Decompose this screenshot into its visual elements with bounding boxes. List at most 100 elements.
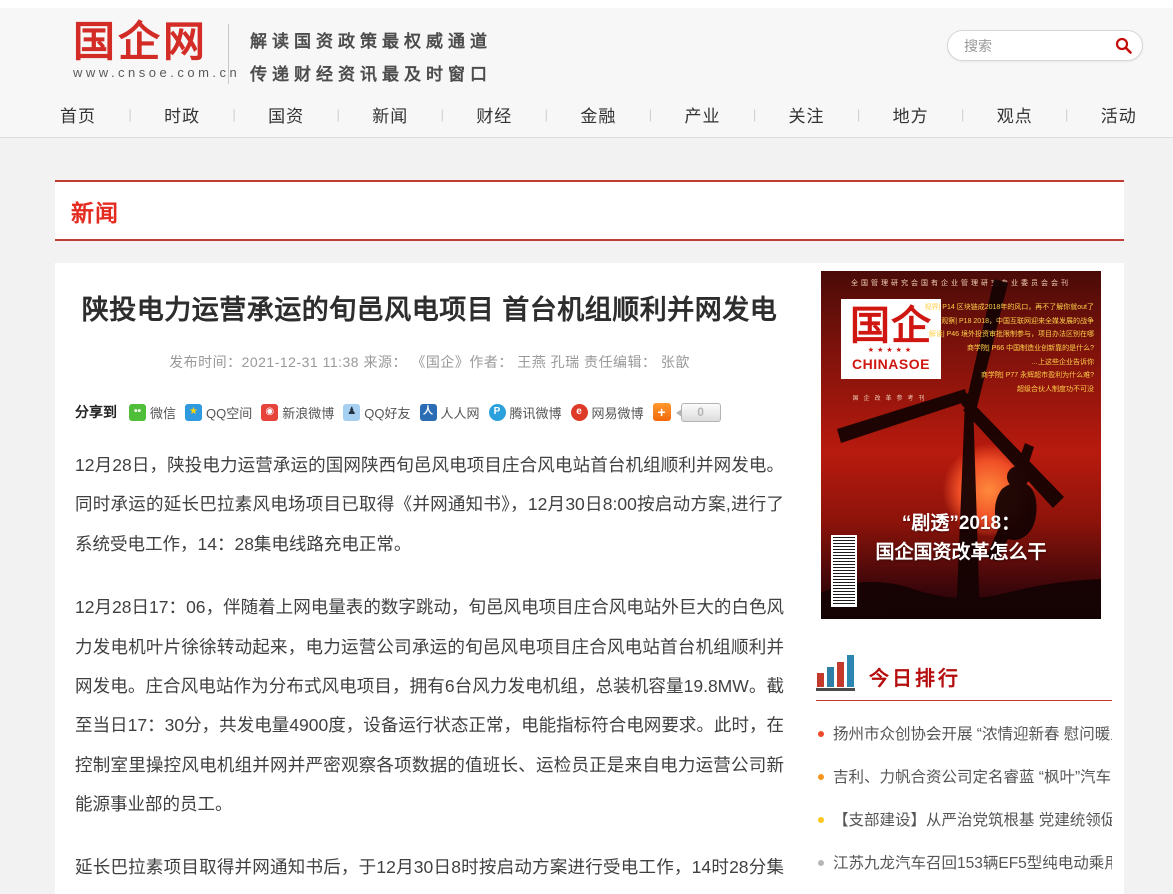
bar-chart-icon bbox=[816, 655, 855, 691]
share-item[interactable]: ♟ QQ好友 bbox=[343, 403, 410, 422]
nav-separator: | bbox=[961, 107, 964, 122]
section-header: 新闻 bbox=[55, 180, 1124, 241]
share-item[interactable]: 人 人人网 bbox=[420, 403, 480, 422]
magazine-headline: 超级合伙人制度功不可没 bbox=[925, 383, 1094, 397]
magazine-cover[interactable]: 全国管理研究会国有企业管理研究专业委员会会刊 bbox=[821, 271, 1101, 619]
nav-item[interactable]: 时政 bbox=[164, 102, 200, 127]
nav-item[interactable]: 财经 bbox=[476, 102, 512, 127]
share-service-icon: •• bbox=[129, 404, 146, 421]
bar bbox=[837, 662, 844, 687]
nav-item[interactable]: 金融 bbox=[580, 102, 616, 127]
bar bbox=[827, 667, 834, 687]
share-item[interactable]: ★ QQ空间 bbox=[185, 403, 252, 422]
barcode bbox=[831, 535, 857, 607]
bar bbox=[847, 655, 854, 687]
share-service-icon: ★ bbox=[185, 404, 202, 421]
ranking-item[interactable]: 【支部建设】从严治党筑根基 党建统领促发 bbox=[816, 808, 1112, 830]
logo-divider bbox=[228, 24, 229, 84]
logo-url: www.cnsoe.com.cn bbox=[73, 65, 240, 80]
nav-separator: | bbox=[337, 107, 340, 122]
nav-separator: | bbox=[649, 107, 652, 122]
magazine-headlines: 视界| P14 区块链成2018年的风口，再不了解你就out了 观察| P18 … bbox=[925, 301, 1094, 396]
nav-item[interactable]: 关注 bbox=[789, 102, 825, 127]
nav-separator: | bbox=[753, 107, 756, 122]
article-meta: 发布时间：2021-12-31 11:38 来源： 《国企》作者： 王燕 孔瑞 … bbox=[75, 352, 784, 372]
nav-separator: | bbox=[128, 107, 131, 122]
share-more-button[interactable]: + bbox=[653, 403, 671, 421]
share-item-label: 腾讯微博 bbox=[510, 403, 562, 422]
search-icon bbox=[1115, 37, 1132, 54]
share-item-label: QQ空间 bbox=[206, 403, 252, 422]
share-item-label: QQ好友 bbox=[364, 403, 410, 422]
magazine-cover-title: “剧透”2018： 国企国资改革怎么干 bbox=[821, 510, 1101, 567]
share-service-icon: e bbox=[571, 404, 588, 421]
bullet-icon bbox=[818, 731, 824, 737]
nav-item[interactable]: 首页 bbox=[60, 102, 96, 127]
share-item[interactable]: ◉ 新浪微博 bbox=[261, 403, 334, 422]
article: 陕投电力运营承运的旬邑风电项目 首台机组顺利并网发电 发布时间：2021-12-… bbox=[75, 269, 784, 894]
ranking-item[interactable]: 吉利、力帆合资公司定名睿蓝 “枫叶”汽车 bbox=[816, 765, 1112, 787]
bullet-icon bbox=[818, 817, 824, 823]
magazine-headline: 解读| P46 境外投资审批限制参与，项目办法区别在哪 bbox=[925, 328, 1094, 342]
share-item-label: 网易微博 bbox=[592, 403, 644, 422]
ranking-item-text: 扬州市众创协会开展 “浓情迎新春 慰问暖人 bbox=[833, 726, 1112, 743]
cover-title-line2: 国企国资改革怎么干 bbox=[821, 539, 1101, 568]
site-logo[interactable]: 国企网 www.cnsoe.com.cn bbox=[73, 20, 240, 80]
tagline-line1: 解读国资政策最权威通道 bbox=[250, 25, 492, 58]
magazine-headline: 商学院| P66 中国制造业创新靠的是什么? bbox=[925, 342, 1094, 356]
share-service-icon: ♟ bbox=[343, 404, 360, 421]
logo-text: 国企网 bbox=[73, 20, 240, 64]
nav-separator: | bbox=[545, 107, 548, 122]
article-title: 陕投电力运营承运的旬邑风电项目 首台机组顺利并网发电 bbox=[75, 293, 784, 328]
ranking-item[interactable]: 扬州市众创协会开展 “浓情迎新春 慰问暖人 bbox=[816, 722, 1112, 744]
section-title: 新闻 bbox=[71, 200, 119, 226]
share-item-label: 新浪微博 bbox=[282, 403, 334, 422]
share-label: 分享到 bbox=[75, 402, 117, 422]
share-service-icon: 人 bbox=[420, 404, 437, 421]
main-nav: 首页 | 时政 | 国资 | 新闻 | 财经 | 金融 | 产业 | 关注 | … bbox=[0, 92, 1173, 138]
ranking-item-text: 江苏九龙汽车召回153辆EF5型纯电动乘用车 bbox=[833, 855, 1112, 872]
sidebar: 全国管理研究会国有企业管理研究专业委员会会刊 bbox=[810, 269, 1112, 894]
bullet-icon bbox=[818, 860, 824, 866]
ranking-item-text: 吉利、力帆合资公司定名睿蓝 “枫叶”汽车 bbox=[833, 769, 1111, 786]
share-count-value: 0 bbox=[697, 405, 704, 419]
share-count-badge[interactable]: 0 bbox=[681, 403, 721, 422]
share-items: •• 微信 ★ QQ空间 ◉ 新浪微博 bbox=[129, 403, 653, 422]
share-item-label: 人人网 bbox=[441, 403, 480, 422]
article-paragraph: 12月28日17：06，伴随着上网电量表的数字跳动，旬邑风电项目庄合风电站外巨大… bbox=[75, 588, 784, 824]
magazine-logo-en: CHINASOE bbox=[845, 356, 937, 373]
share-item[interactable]: •• 微信 bbox=[129, 403, 176, 422]
search-button[interactable] bbox=[1115, 37, 1132, 54]
ranking-item[interactable]: 江苏九龙汽车召回153辆EF5型纯电动乘用车 bbox=[816, 851, 1112, 873]
share-service-icon: P bbox=[489, 404, 506, 421]
magazine-headline: 观察| P18 2018，中国互联网迎来全媒发展的战争 bbox=[925, 315, 1094, 329]
share-item[interactable]: P 腾讯微博 bbox=[489, 403, 562, 422]
nav-item[interactable]: 国资 bbox=[268, 102, 304, 127]
site-header: 国企网 www.cnsoe.com.cn 解读国资政策最权威通道 传递财经资讯最… bbox=[0, 8, 1173, 92]
ranking-item-text: 【支部建设】从严治党筑根基 党建统领促发 bbox=[833, 812, 1112, 829]
bullet-icon bbox=[818, 774, 824, 780]
nav-separator: | bbox=[232, 107, 235, 122]
share-service-icon: ◉ bbox=[261, 404, 278, 421]
ranking-list: 扬州市众创协会开展 “浓情迎新春 慰问暖人 吉利、力帆合资公司定名睿蓝 “枫叶”… bbox=[816, 722, 1112, 894]
cover-title-line1: “剧透”2018： bbox=[821, 510, 1101, 539]
nav-item[interactable]: 观点 bbox=[997, 102, 1033, 127]
tagline-line2: 传递财经资讯最及时窗口 bbox=[250, 58, 492, 91]
article-paragraph: 12月28日，陕投电力运营承运的国网陕西旬邑风电项目庄合风电站首台机组顺利并网发… bbox=[75, 446, 784, 564]
search-input[interactable] bbox=[962, 37, 1115, 55]
magazine-headline: 视界| P14 区块链成2018年的风口，再不了解你就out了 bbox=[925, 301, 1094, 315]
nav-item[interactable]: 活动 bbox=[1101, 102, 1137, 127]
page-container: 新闻 陕投电力运营承运的旬邑风电项目 首台机组顺利并网发电 发布时间：2021-… bbox=[55, 180, 1124, 894]
search-box[interactable] bbox=[947, 30, 1143, 61]
nav-separator: | bbox=[441, 107, 444, 122]
nav-separator: | bbox=[1065, 107, 1068, 122]
bar bbox=[817, 673, 824, 687]
nav-item[interactable]: 地方 bbox=[893, 102, 929, 127]
nav-separator: | bbox=[857, 107, 860, 122]
nav-item[interactable]: 产业 bbox=[684, 102, 720, 127]
site-tagline: 解读国资政策最权威通道 传递财经资讯最及时窗口 bbox=[250, 25, 492, 91]
magazine-logo-cn: 国企 bbox=[845, 306, 937, 346]
share-item[interactable]: e 网易微博 bbox=[571, 403, 644, 422]
nav-item[interactable]: 新闻 bbox=[372, 102, 408, 127]
article-body: 12月28日，陕投电力运营承运的国网陕西旬邑风电项目庄合风电站首台机组顺利并网发… bbox=[75, 446, 784, 894]
